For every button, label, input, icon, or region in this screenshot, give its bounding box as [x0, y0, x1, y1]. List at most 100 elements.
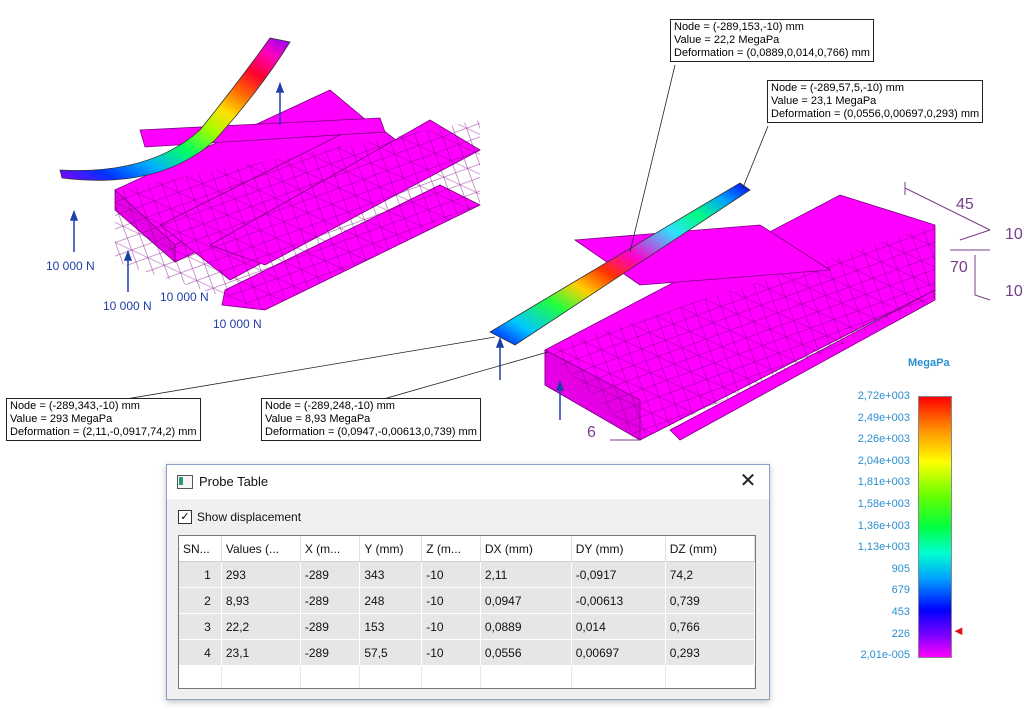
column-header[interactable]: Y (mm)	[359, 536, 423, 562]
column-header[interactable]: Z (m...	[421, 536, 481, 562]
table-cell: -0,0917	[571, 561, 666, 588]
probe-label-3: Node = (-289,153,-10) mm Value = 22,2 Me…	[670, 19, 874, 62]
table-cell	[221, 665, 301, 688]
table-cell: -10	[421, 587, 481, 614]
legend-tick: 226	[891, 627, 910, 640]
legend-unit: MegaPa	[908, 357, 950, 369]
legend-tick: 905	[891, 562, 910, 575]
dimension-45: 45	[956, 196, 974, 213]
probe-label-4: Node = (-289,57,5,-10) mm Value = 23,1 M…	[767, 80, 984, 123]
dialog-titlebar[interactable]: Probe Table ✕	[167, 465, 769, 499]
column-header[interactable]: DZ (mm)	[665, 536, 755, 562]
dialog-title: Probe Table	[199, 474, 269, 489]
force-label: 10 000 N	[160, 290, 209, 304]
force-label: 10 000 N	[213, 317, 262, 331]
show-displacement-row[interactable]: ✓ Show displacement	[178, 509, 301, 525]
table-cell: 0,293	[665, 639, 755, 666]
column-header[interactable]: DX (mm)	[480, 536, 572, 562]
probe-value: Value = 22,2 MegaPa	[674, 34, 780, 46]
app-window-icon	[177, 475, 193, 489]
legend-tick: 1,13e+003	[857, 541, 910, 554]
table-cell: 0,739	[665, 587, 755, 614]
probe-node: Node = (-289,153,-10) mm	[674, 21, 804, 33]
table-cell: 0,766	[665, 613, 755, 640]
table-row[interactable]: 1 293 -289 343 -10 2,11 -0,0917 74,2	[179, 561, 755, 588]
legend-tick: 2,49e+003	[857, 411, 910, 424]
table-cell: 0,0889	[480, 613, 572, 640]
table-cell: 0,00697	[571, 639, 666, 666]
table-cell: 0,0556	[480, 639, 572, 666]
probe-node: Node = (-289,343,-10) mm	[10, 400, 140, 412]
table-cell: 57,5	[359, 639, 423, 666]
table-cell: 4	[179, 639, 222, 666]
table-cell	[300, 665, 361, 688]
probe-label-1: Node = (-289,343,-10) mm Value = 293 Meg…	[6, 398, 201, 441]
probe-table-dialog: Probe Table ✕ ✓ Show displacement SN... V…	[166, 464, 770, 700]
table-cell: 0,0947	[480, 587, 572, 614]
legend-tick: 2,72e+003	[857, 390, 910, 402]
table-cell: -10	[421, 639, 481, 666]
table-cell: 293	[221, 561, 301, 588]
dimension-10-top: 10	[1005, 226, 1023, 243]
probe-deformation: Deformation = (2,11,-0,0917,74,2) mm	[10, 426, 197, 438]
dimension-10-bottom: 10	[1005, 283, 1023, 300]
table-row[interactable]: 2 8,93 -289 248 -10 0,0947 -0,00613 0,739	[179, 587, 755, 614]
table-cell: -10	[421, 613, 481, 640]
legend-tick: 2,26e+003	[857, 433, 910, 446]
probe-node: Node = (-289,57,5,-10) mm	[771, 82, 904, 94]
table-cell: 74,2	[665, 561, 755, 588]
table-cell	[359, 665, 423, 688]
column-header[interactable]: X (m...	[300, 536, 361, 562]
force-label: 10 000 N	[46, 259, 95, 273]
table-cell	[421, 665, 481, 688]
show-displacement-checkbox[interactable]: ✓	[178, 510, 192, 524]
table-cell: 153	[359, 613, 423, 640]
table-cell: 23,1	[221, 639, 301, 666]
legend-pointer-icon: ◄	[952, 623, 965, 638]
table-cell: 0,014	[571, 613, 666, 640]
table-cell: 2	[179, 587, 222, 614]
probe-node: Node = (-289,248,-10) mm	[265, 400, 395, 412]
legend-tick: 1,81e+003	[857, 476, 910, 489]
legend-tick: 1,36e+003	[857, 519, 910, 532]
legend-tick: 1,58e+003	[857, 498, 910, 510]
dimension-6: 6	[587, 424, 596, 441]
table-cell: -289	[300, 561, 361, 588]
table-cell: -289	[300, 587, 361, 614]
table-cell	[179, 665, 222, 688]
column-header[interactable]: DY (mm)	[571, 536, 666, 562]
probe-label-2: Node = (-289,248,-10) mm Value = 8,93 Me…	[261, 398, 481, 441]
probe-value: Value = 293 MegaPa	[10, 413, 113, 425]
table-row[interactable]: 4 23,1 -289 57,5 -10 0,0556 0,00697 0,293	[179, 639, 755, 666]
table-empty-row	[179, 665, 755, 688]
table-header-row: SN... Values (... X (m... Y (mm) Z (m... DX (…	[179, 536, 755, 562]
table-cell: -289	[300, 639, 361, 666]
force-label: 10 000 N	[103, 299, 152, 313]
table-cell: 22,2	[221, 613, 301, 640]
probe-deformation: Deformation = (0,0556,0,00697,0,293) mm	[771, 108, 980, 120]
legend-color-bar	[918, 396, 952, 658]
column-header[interactable]: Values (...	[221, 536, 301, 562]
table-cell	[571, 665, 666, 688]
column-header[interactable]: SN...	[179, 536, 222, 562]
table-cell: -289	[300, 613, 361, 640]
show-displacement-label: Show displacement	[197, 510, 302, 524]
legend-tick: 2,01e-005	[860, 649, 910, 662]
table-cell: 3	[179, 613, 222, 640]
table-cell: 2,11	[480, 561, 572, 588]
probe-deformation: Deformation = (0,0889,0,014,0,766) mm	[674, 47, 870, 59]
table-row[interactable]: 3 22,2 -289 153 -10 0,0889 0,014 0,766	[179, 613, 755, 640]
close-button[interactable]: ✕	[735, 469, 761, 493]
probe-table[interactable]: SN... Values (... X (m... Y (mm) Z (m... DX (…	[178, 535, 756, 689]
legend-tick: 453	[891, 606, 910, 618]
table-cell	[665, 665, 755, 688]
probe-deformation: Deformation = (0,0947,-0,00613,0,739) mm	[265, 426, 477, 438]
probe-value: Value = 8,93 MegaPa	[265, 413, 371, 425]
close-icon: ✕	[739, 470, 757, 492]
probe-value: Value = 23,1 MegaPa	[771, 95, 877, 107]
legend-tick: 2,04e+003	[857, 454, 910, 467]
left-model	[59, 37, 481, 311]
legend-tick: 679	[891, 584, 910, 597]
table-cell: -10	[421, 561, 481, 588]
table-cell	[480, 665, 572, 688]
